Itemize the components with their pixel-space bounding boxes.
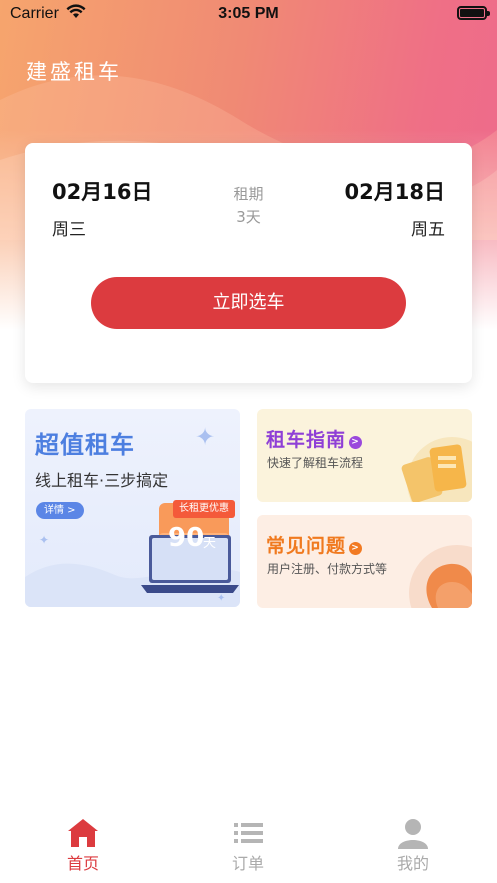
promo-subtitle: 线上租车·三步搞定 bbox=[35, 471, 169, 490]
tab-mine-label: 我的 bbox=[396, 854, 429, 873]
tab-orders-label: 订单 bbox=[231, 854, 264, 873]
guide-subtitle: 快速了解租车流程 bbox=[267, 456, 364, 470]
rental-guide-card[interactable]: 租车指南 > 快速了解租车流程 bbox=[257, 409, 472, 502]
return-weekday: 周五 bbox=[411, 220, 445, 240]
sparkle-icon: ✦ bbox=[195, 423, 216, 451]
user-icon bbox=[398, 819, 428, 849]
faq-title: 常见问题 > bbox=[266, 531, 363, 558]
home-icon bbox=[68, 819, 98, 847]
promo-days-unit: 天 bbox=[203, 536, 217, 551]
tab-bar: 首页 订单 我的 bbox=[0, 805, 497, 883]
rental-period-days: 3天 bbox=[236, 208, 261, 226]
faq-subtitle: 用户注册、付款方式等 bbox=[267, 562, 388, 576]
sparkle-icon: ✦ bbox=[39, 533, 50, 547]
long-rent-badge: 长租更优惠 bbox=[173, 500, 235, 518]
promo-title: 超值租车 bbox=[35, 431, 135, 459]
return-date[interactable]: 02月18日 bbox=[345, 176, 445, 206]
faq-card[interactable]: 常见问题 > 用户注册、付款方式等 bbox=[257, 515, 472, 608]
battery-icon bbox=[457, 6, 490, 20]
promo-days-number: 90 bbox=[168, 523, 205, 553]
page-title: 建盛租车 bbox=[26, 60, 122, 84]
list-icon bbox=[234, 823, 263, 843]
tab-home-label: 首页 bbox=[66, 854, 99, 873]
select-car-button[interactable]: 立即选车 bbox=[91, 277, 406, 329]
clock-time: 3:05 PM bbox=[218, 5, 279, 22]
guide-title: 租车指南 > bbox=[266, 425, 363, 452]
status-bar: Carrier 3:05 PM bbox=[0, 0, 497, 28]
tab-orders[interactable]: 订单 bbox=[198, 805, 298, 875]
tab-mine[interactable]: 我的 bbox=[363, 805, 463, 875]
faq-illustration bbox=[409, 545, 472, 608]
booking-card: 02月16日 周三 租期 3天 02月18日 周五 立即选车 bbox=[25, 143, 472, 383]
tab-home[interactable]: 首页 bbox=[33, 805, 133, 875]
chevron-right-icon: > bbox=[349, 436, 363, 449]
promo-detail-button[interactable]: 详情 > bbox=[36, 502, 84, 519]
guide-illustration bbox=[401, 437, 472, 502]
chevron-right-icon: > bbox=[349, 542, 363, 555]
promo-card[interactable]: 超值租车 线上租车·三步搞定 详情 > ✦ ✦ ✦ 长租更优惠 90 天 bbox=[25, 409, 240, 607]
